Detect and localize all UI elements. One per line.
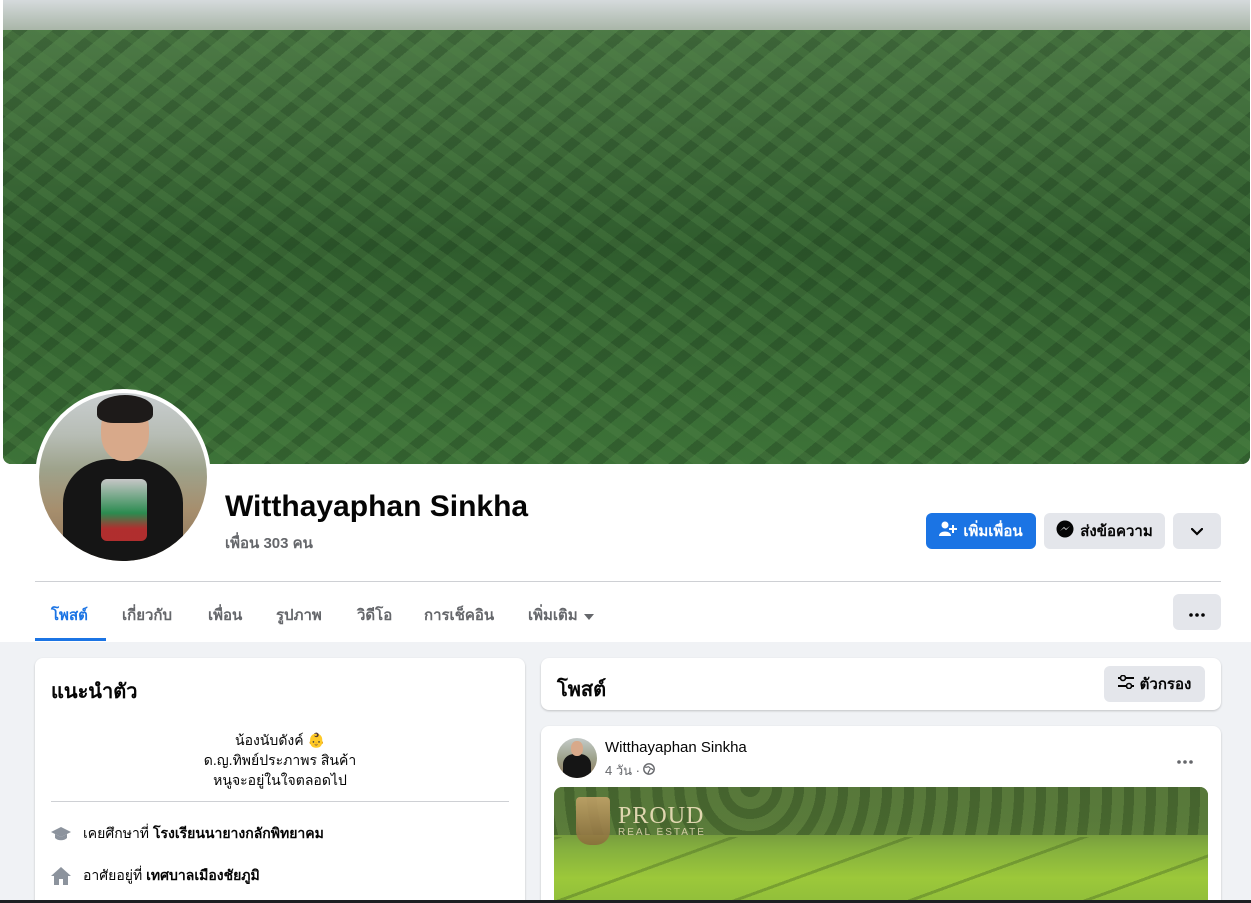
lives-in-text: อาศัยอยู่ที่ เทศบาลเมืองชัยภูมิ: [83, 865, 260, 887]
post-photo-field: [554, 837, 1208, 903]
avatar-shirt-print: [101, 479, 147, 541]
post-author-name[interactable]: Witthayaphan Sinkha: [605, 739, 747, 756]
lives-prefix: อาศัยอยู่ที่: [83, 867, 143, 883]
tab-photos[interactable]: รูปภาพ: [276, 603, 322, 627]
add-friend-button[interactable]: เพิ่มเพื่อน: [926, 513, 1036, 549]
filter-label: ตัวกรอง: [1139, 676, 1192, 693]
add-friend-label: เพิ่มเพื่อน: [963, 523, 1023, 540]
tab-friends[interactable]: เพื่อน: [208, 603, 242, 627]
post-photo[interactable]: PROUD REAL ESTATE: [554, 787, 1208, 903]
post-avatar-face: [571, 741, 583, 756]
photo-watermark-logo: PROUD REAL ESTATE: [576, 797, 706, 845]
message-button[interactable]: ส่งข้อความ: [1044, 513, 1165, 549]
education-text: เคยศึกษาที่ โรงเรียนนายางกลักพิทยาคม: [83, 823, 324, 845]
more-dots-icon: [1177, 748, 1193, 769]
bio-line-2: ด.ญ.ทิพย์ประภาพร สินค้า: [203, 752, 357, 768]
tab-checkins[interactable]: การเช็คอิน: [424, 603, 494, 627]
friend-count[interactable]: เพื่อน 303 คน: [225, 531, 313, 555]
posts-header-card: โพสต์ ตัวกรอง: [541, 658, 1221, 710]
caret-down-icon: [583, 607, 594, 624]
chevron-down-icon: [1190, 523, 1204, 540]
posts-title: โพสต์: [557, 679, 607, 701]
intro-card: แนะนำตัว น้องนับดังค์ 👶 ด.ญ.ทิพย์ประภาพร…: [35, 658, 525, 903]
add-friend-icon: [939, 521, 958, 541]
education-place[interactable]: โรงเรียนนายางกลักพิทยาคม: [153, 825, 324, 841]
tab-videos[interactable]: วิดีโอ: [357, 603, 392, 627]
filter-icon: [1117, 674, 1134, 693]
avatar: [39, 393, 207, 561]
profile-name: Witthayaphan Sinkha: [225, 490, 529, 523]
post-options-button[interactable]: [1167, 740, 1203, 776]
post-author-avatar[interactable]: [557, 738, 597, 778]
tab-more[interactable]: เพิ่มเติม: [528, 603, 594, 627]
tab-posts[interactable]: โพสต์: [51, 603, 88, 627]
bio-line-3: หนูจะอยู่ในใจตลอดไป: [213, 772, 347, 788]
cover-sky: [3, 0, 1250, 30]
watermark-brand: PROUD: [618, 802, 705, 829]
post-card: Witthayaphan Sinkha 4 วัน · PROUD REAL E…: [541, 726, 1221, 903]
avatar-hair: [97, 395, 153, 423]
lives-place[interactable]: เทศบาลเมืองชัยภูมิ: [146, 867, 260, 883]
watermark-sub: REAL ESTATE: [618, 826, 706, 838]
education-prefix: เคยศึกษาที่: [83, 825, 150, 841]
active-tab-indicator: [35, 638, 106, 641]
home-icon: [51, 866, 71, 886]
messenger-icon: [1056, 520, 1074, 542]
post-meta: 4 วัน ·: [605, 760, 655, 781]
lives-in-row: อาศัยอยู่ที่ เทศบาลเมืองชัยภูมิ: [51, 865, 260, 887]
profile-options-button[interactable]: [1173, 513, 1221, 549]
message-label: ส่งข้อความ: [1080, 523, 1153, 540]
post-time[interactable]: 4 วัน ·: [605, 760, 640, 781]
globe-icon: [643, 763, 655, 778]
watermark-text: PROUD REAL ESTATE: [618, 802, 706, 838]
more-options-button[interactable]: [1173, 594, 1221, 630]
graduation-cap-icon: [51, 824, 71, 844]
bio-line-1: น้องนับดังค์ 👶: [235, 732, 325, 748]
intro-title: แนะนำตัว: [51, 681, 138, 703]
post-avatar-shirt: [563, 754, 591, 778]
tab-more-label: เพิ่มเติม: [528, 607, 578, 624]
filter-button[interactable]: ตัวกรอง: [1104, 666, 1205, 702]
header-divider: [35, 581, 1221, 582]
watermark-emblem: [576, 797, 610, 845]
cover-foliage: [3, 30, 1250, 464]
tab-about[interactable]: เกี่ยวกับ: [122, 603, 172, 627]
bio: น้องนับดังค์ 👶 ด.ญ.ทิพย์ประภาพร สินค้า ห…: [51, 730, 509, 790]
intro-divider: [51, 801, 509, 802]
education-row: เคยศึกษาที่ โรงเรียนนายางกลักพิทยาคม: [51, 823, 324, 845]
profile-picture[interactable]: [35, 389, 211, 565]
cover-photo[interactable]: [3, 0, 1250, 464]
more-dots-icon: [1189, 604, 1205, 621]
